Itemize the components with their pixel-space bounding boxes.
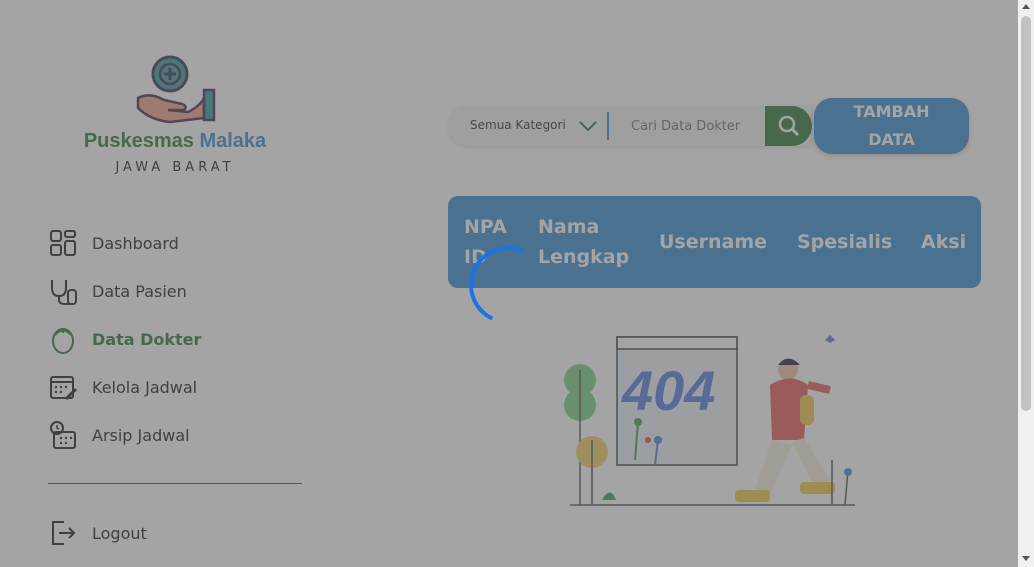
scroll-down-arrow-icon[interactable] xyxy=(1022,556,1030,561)
sidebar-item-label: Data Dokter xyxy=(92,329,202,349)
sidebar-item-kelola-jadwal[interactable]: Kelola Jadwal xyxy=(48,369,197,405)
scroll-up-arrow-icon[interactable] xyxy=(1022,4,1030,9)
brand-title: Puskesmas Malaka xyxy=(0,130,350,153)
brand-name-part2: Malaka xyxy=(199,130,267,152)
category-select[interactable]: Semua Kategori xyxy=(470,118,566,132)
column-header-nama-lengkap: Nama Lengkap xyxy=(538,216,630,268)
sidebar-item-label: Kelola Jadwal xyxy=(92,377,198,397)
calendar-edit-icon xyxy=(50,376,78,401)
sidebar: Puskesmas Malaka JAWA BARAT Dashboard Da… xyxy=(0,0,350,567)
sidebar-item-label: Dashboard xyxy=(92,233,179,253)
sidebar-item-arsip-jadwal[interactable]: Arsip Jadwal xyxy=(48,417,190,453)
sidebar-item-data-dokter[interactable]: Data Dokter xyxy=(48,321,201,357)
logout-icon xyxy=(52,521,76,545)
sidebar-item-dashboard[interactable]: Dashboard xyxy=(48,225,179,261)
sidebar-item-label: Arsip Jadwal xyxy=(92,425,190,445)
illustration-404-digits: 404 xyxy=(621,359,715,422)
search-bar: Semua Kategori xyxy=(448,106,812,146)
stethoscope-icon xyxy=(51,280,77,305)
scrollbar-thumb[interactable] xyxy=(1021,16,1031,411)
sidebar-divider xyxy=(48,483,302,484)
add-data-label-line1: TAMBAH xyxy=(853,102,930,121)
vertical-scrollbar[interactable] xyxy=(1018,0,1034,567)
column-header-spesialis: Spesialis xyxy=(797,231,893,253)
search-icon xyxy=(778,115,799,137)
chevron-down-icon[interactable] xyxy=(578,118,598,134)
search-input[interactable] xyxy=(616,110,766,142)
add-data-button[interactable]: TAMBAH DATA xyxy=(814,98,969,154)
sidebar-item-data-pasien[interactable]: Data Pasien xyxy=(48,273,187,309)
add-data-label-line2: DATA xyxy=(868,130,915,149)
column-header-aksi: Aksi xyxy=(921,231,967,253)
logout-button[interactable]: Logout xyxy=(48,515,147,551)
column-header-username: Username xyxy=(659,231,768,253)
sidebar-item-label: Data Pasien xyxy=(92,281,187,301)
search-button[interactable] xyxy=(765,106,812,146)
hand-plus-logo-icon xyxy=(136,55,216,124)
brand-name-part1: Puskesmas xyxy=(83,130,194,152)
brand-subtitle: JAWA BARAT xyxy=(115,160,235,175)
empty-state-404-illustration: 404 xyxy=(564,335,855,506)
search-separator xyxy=(607,112,609,140)
logout-label: Logout xyxy=(92,523,147,543)
dashboard-icon xyxy=(50,230,76,256)
doctor-icon xyxy=(52,328,74,354)
calendar-clock-icon xyxy=(50,421,76,449)
